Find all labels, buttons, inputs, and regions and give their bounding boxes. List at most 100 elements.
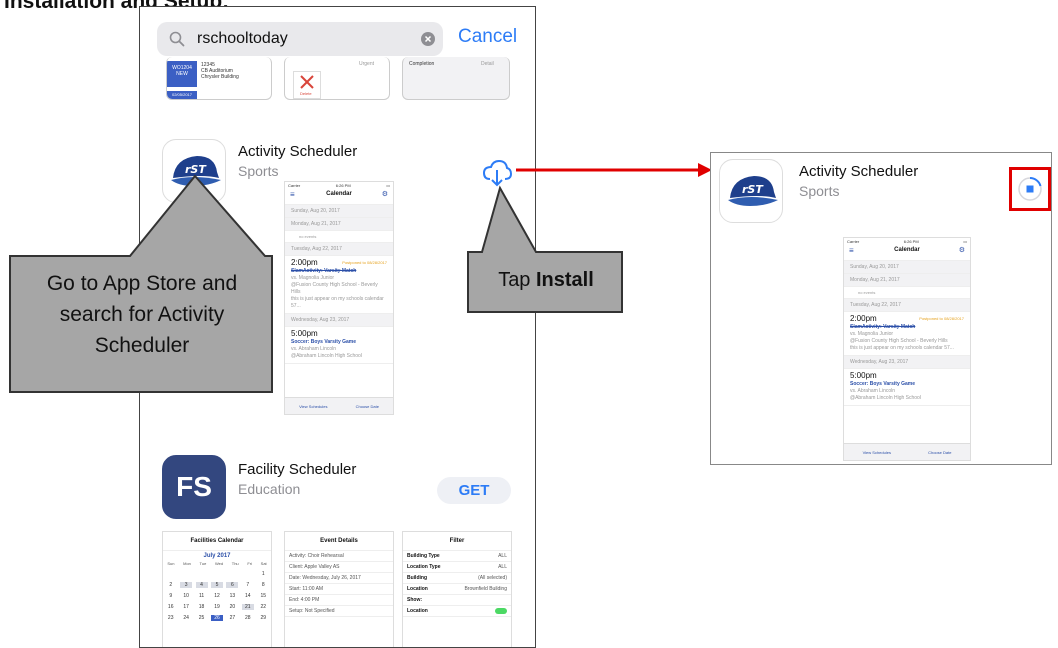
activity-scheduler-app-icon[interactable]: rST [719, 159, 783, 223]
calendar-day[interactable]: 13 [226, 593, 238, 599]
calendar-week: 16 17 18 19 20 21 22 [163, 604, 271, 610]
calendar-day[interactable] [165, 571, 177, 577]
facility-app-name[interactable]: Facility Scheduler [238, 461, 356, 478]
weekday-label: Sat [260, 561, 267, 566]
detail-label: Detail [481, 61, 494, 67]
calendar-week: 9 10 11 12 13 14 15 [163, 593, 271, 599]
activity-app-name[interactable]: Activity Scheduler [799, 163, 918, 180]
calendar-day[interactable]: 1 [257, 571, 269, 577]
calendar-day[interactable]: 6 [226, 582, 239, 588]
calendar-day[interactable]: 16 [165, 604, 177, 610]
calendar-day[interactable]: 28 [242, 615, 254, 621]
facility-screenshot-event-details: Event Details Activity: Choir Rehearsal C… [284, 531, 394, 647]
facility-scheduler-app-icon[interactable]: FS [162, 455, 226, 519]
filter-row[interactable]: Location [403, 606, 511, 617]
cancel-button[interactable]: Cancel [458, 26, 517, 48]
calendar-day[interactable]: 10 [180, 593, 192, 599]
filter-label: Location [407, 608, 428, 614]
filter-row[interactable]: Building Type ALL [403, 551, 511, 562]
ticket-date: 02/05/2017 [167, 91, 197, 99]
priority-label: Urgent [359, 61, 375, 67]
toggle-switch[interactable] [495, 608, 507, 614]
calendar-day[interactable]: 3 [180, 582, 193, 588]
carrier-label: Carrier [847, 239, 860, 244]
calendar-title: Calendar [326, 191, 352, 197]
filter-row[interactable]: Show: [403, 595, 511, 606]
calendar-day[interactable]: 17 [180, 604, 192, 610]
calendar-day[interactable]: 9 [165, 593, 177, 599]
calendar-day[interactable]: 25 [196, 615, 208, 621]
calendar-day[interactable]: 5 [210, 582, 223, 588]
postponed-label: Postponed to 08/28/2017 [919, 316, 964, 321]
completion-label: Completion [409, 61, 435, 67]
no-events-label: no events [844, 287, 970, 299]
detail-row: End: 4:00 PM [285, 595, 393, 606]
calendar-day[interactable] [196, 571, 208, 577]
search-icon [169, 31, 185, 47]
calendar-day[interactable] [211, 571, 223, 577]
tab-choose-date: Choose Date [928, 449, 952, 455]
calendar-day[interactable] [226, 571, 238, 577]
event-location: @Fusion County High School - Beverly Hil… [850, 338, 948, 344]
calendar-week: 23 24 25 26 27 28 29 [163, 615, 271, 621]
weekday-row: Sun Mon Tue Wed Thu Fri Sat [163, 561, 271, 566]
red-arrow [516, 163, 712, 177]
calendar-day[interactable]: 26 [210, 615, 223, 621]
menu-icon: ≡ [849, 246, 854, 255]
filter-row[interactable]: Location Type ALL [403, 562, 511, 573]
activity-app-category: Sports [799, 183, 840, 199]
calendar-title: Calendar [894, 247, 920, 253]
event-opponent: vs. Magnolia Junior [291, 275, 335, 281]
calendar-day[interactable]: 22 [257, 604, 269, 610]
calendar-day[interactable]: 14 [242, 593, 254, 599]
ticket-badge: NEW [176, 71, 188, 77]
clock-label: 6:26 PM [903, 239, 919, 244]
calendar-day[interactable]: 24 [180, 615, 192, 621]
calendar-day[interactable]: 27 [226, 615, 238, 621]
calendar-day[interactable]: 2 [165, 582, 177, 588]
day-header: Monday, Aug 21, 2017 [844, 274, 970, 287]
activity-app-name[interactable]: Activity Scheduler [238, 143, 357, 160]
filter-row[interactable]: Building (All selected) [403, 573, 511, 584]
event-details-list: Activity: Choir Rehearsal Client: Apple V… [285, 551, 393, 617]
event-details-title: Event Details [320, 538, 358, 544]
day-header: Sunday, Aug 20, 2017 [285, 205, 393, 218]
day-header: Tuesday, Aug 22, 2017 [844, 299, 970, 312]
calendar-day[interactable]: 15 [257, 593, 269, 599]
calendar-day[interactable]: 19 [211, 604, 223, 610]
prev-screenshot-2: Urgent Delete [284, 57, 390, 100]
calendar-day[interactable]: 21 [241, 604, 254, 610]
get-button[interactable]: GET [437, 477, 511, 504]
calendar-day[interactable]: 29 [257, 615, 269, 621]
calendar-day[interactable] [242, 571, 254, 577]
calendar-grid: 1 2 3 4 5 6 7 8 9 10 11 12 13 14 15 16 17 18 19 20 21 22 23 24 2… [163, 571, 271, 621]
weekday-label: Sun [167, 561, 175, 566]
download-progress-stop-icon[interactable] [1016, 175, 1044, 203]
tab-view-schedules: View Schedules [862, 449, 891, 455]
tab-bar: View Schedules Choose Date [844, 443, 970, 460]
calendar-week: 1 [163, 571, 271, 577]
carrier-label: Carrier [288, 183, 301, 188]
search-input[interactable]: rschooltoday [197, 30, 288, 48]
filter-row[interactable]: Location Brownfield Building [403, 584, 511, 595]
ticket-building: Chrysler Building [201, 74, 239, 80]
fs-logo-text: FS [176, 471, 212, 502]
callout-right-text: Tap Install [468, 269, 624, 292]
calendar-day[interactable]: 4 [195, 582, 208, 588]
search-bar[interactable]: rschooltoday [157, 22, 443, 56]
calendar-day[interactable]: 8 [257, 582, 269, 588]
calendar-day[interactable] [180, 571, 192, 577]
callout-right-bold: Install [536, 269, 594, 291]
calendar-day[interactable]: 18 [196, 604, 208, 610]
calendar-day[interactable]: 20 [226, 604, 238, 610]
weekday-label: Thu [231, 561, 239, 566]
calendar-day[interactable]: 7 [242, 582, 254, 588]
event-title: SlamActivity: Varsity Match [850, 324, 916, 330]
clear-icon[interactable] [421, 32, 435, 46]
filter-label: Show: [407, 597, 422, 603]
calendar-day[interactable]: 12 [211, 593, 223, 599]
event-item: 5:00pm Soccer: Boys Varsity Game vs. Abr… [844, 369, 970, 406]
calendar-day[interactable]: 11 [196, 593, 208, 599]
prev-screenshot-3: Completion Detail [402, 57, 510, 100]
calendar-day[interactable]: 23 [165, 615, 177, 621]
